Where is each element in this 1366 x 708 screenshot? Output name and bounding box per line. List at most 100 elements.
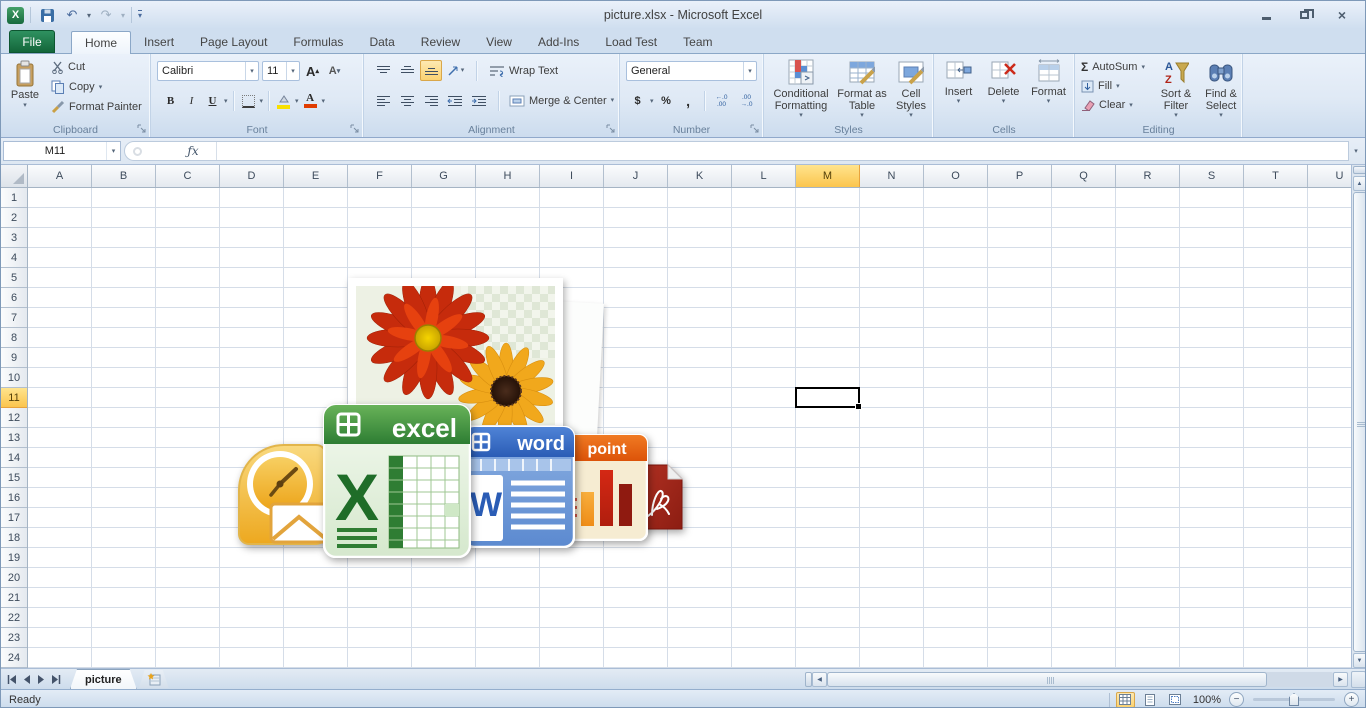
column-header-T[interactable]: T (1244, 165, 1308, 187)
copy-button[interactable]: Copy ▾ (49, 78, 144, 96)
column-header-A[interactable]: A (28, 165, 92, 187)
column-header-L[interactable]: L (732, 165, 796, 187)
currency-caret-icon[interactable]: ▾ (650, 98, 654, 105)
insert-function-button[interactable]: ƒx (170, 144, 216, 158)
restore-button[interactable] (1291, 6, 1317, 23)
row-header-2[interactable]: 2 (1, 208, 27, 228)
row-header-13[interactable]: 13 (1, 428, 27, 448)
scroll-down-button[interactable]: ▼ (1352, 653, 1365, 668)
normal-view-button[interactable] (1115, 691, 1135, 707)
minimize-button[interactable] (1253, 6, 1279, 23)
align-top-button[interactable] (372, 60, 394, 81)
paste-button[interactable]: Paste ▾ (5, 57, 45, 125)
column-header-P[interactable]: P (988, 165, 1052, 187)
column-header-H[interactable]: H (476, 165, 540, 187)
tab-add-ins[interactable]: Add-Ins (525, 30, 592, 53)
decrease-indent-button[interactable] (444, 90, 466, 111)
formula-input[interactable] (217, 142, 1348, 160)
borders-button[interactable] (239, 91, 258, 111)
row-header-23[interactable]: 23 (1, 628, 27, 648)
close-button[interactable]: × (1329, 6, 1355, 23)
select-all-corner[interactable] (1, 165, 28, 188)
italic-button[interactable]: I (182, 91, 201, 111)
row-header-16[interactable]: 16 (1, 488, 27, 508)
align-bottom-button[interactable] (420, 60, 442, 81)
tab-review[interactable]: Review (408, 30, 473, 53)
page-layout-view-button[interactable] (1141, 692, 1160, 708)
font-family-combobox[interactable]: Calibri ▾ (157, 61, 259, 81)
insert-cells-button[interactable]: Insert ▾ (936, 54, 981, 132)
borders-caret-icon[interactable]: ▾ (260, 98, 264, 105)
column-header-I[interactable]: I (540, 165, 604, 187)
increase-indent-button[interactable] (468, 90, 490, 111)
row-header-19[interactable]: 19 (1, 548, 27, 568)
column-header-J[interactable]: J (604, 165, 668, 187)
row-header-18[interactable]: 18 (1, 528, 27, 548)
fill-button[interactable]: Fill ▾ (1079, 77, 1147, 95)
format-as-table-button[interactable]: Format as Table ▾ (836, 54, 888, 132)
percent-button[interactable]: % (657, 91, 676, 111)
conditional-formatting-button[interactable]: Conditional Formatting ▾ (766, 54, 836, 132)
column-header-E[interactable]: E (284, 165, 348, 187)
column-header-Q[interactable]: Q (1052, 165, 1116, 187)
column-header-K[interactable]: K (668, 165, 732, 187)
save-button[interactable] (37, 6, 57, 24)
comma-button[interactable]: , (679, 91, 698, 111)
column-header-M[interactable]: M (796, 165, 860, 187)
sheet-tab-picture[interactable]: picture (70, 669, 137, 689)
format-painter-button[interactable]: Format Painter (49, 98, 144, 116)
underline-button[interactable]: U (203, 91, 222, 111)
font-family-caret-icon[interactable]: ▾ (245, 62, 258, 80)
scroll-left-button[interactable]: ◀ (812, 671, 827, 687)
merge-center-button[interactable]: Merge & Center ▾ (507, 92, 616, 110)
clear-button[interactable]: Clear ▾ (1079, 96, 1147, 114)
horizontal-scroll-track[interactable] (827, 671, 1333, 687)
horizontal-split-handle[interactable] (805, 671, 812, 687)
number-format-combobox[interactable]: General ▾ (626, 61, 757, 81)
underline-caret-icon[interactable]: ▾ (224, 98, 228, 105)
column-header-B[interactable]: B (92, 165, 156, 187)
tab-view[interactable]: View (473, 30, 525, 53)
next-sheet-button[interactable] (34, 672, 48, 687)
name-box[interactable]: M11 ▾ (3, 141, 121, 161)
tab-load-test[interactable]: Load Test (592, 30, 670, 53)
row-header-10[interactable]: 10 (1, 368, 27, 388)
shrink-font-button[interactable]: A ▾ (325, 61, 344, 81)
format-cells-button[interactable]: Format ▾ (1026, 54, 1071, 132)
column-header-G[interactable]: G (412, 165, 476, 187)
currency-button[interactable]: $ (628, 91, 647, 111)
row-header-12[interactable]: 12 (1, 408, 27, 428)
cell-styles-button[interactable]: Cell Styles ▾ (888, 54, 934, 132)
scroll-up-button[interactable]: ▲ (1352, 176, 1365, 191)
font-color-caret-icon[interactable]: ▾ (322, 98, 326, 105)
vertical-split-handle[interactable] (1352, 166, 1365, 174)
bold-button[interactable]: B (161, 91, 180, 111)
tab-data[interactable]: Data (356, 30, 407, 53)
align-center-button[interactable] (396, 90, 418, 111)
zoom-in-button[interactable]: + (1344, 692, 1359, 707)
previous-sheet-button[interactable] (19, 672, 33, 687)
row-header-3[interactable]: 3 (1, 228, 27, 248)
number-format-caret-icon[interactable]: ▾ (743, 62, 756, 80)
tab-team[interactable]: Team (670, 30, 725, 53)
tab-file[interactable]: File (9, 30, 55, 53)
row-header-14[interactable]: 14 (1, 448, 27, 468)
fill-color-caret-icon[interactable]: ▾ (295, 98, 299, 105)
column-header-C[interactable]: C (156, 165, 220, 187)
row-header-7[interactable]: 7 (1, 308, 27, 328)
delete-cells-button[interactable]: Delete ▾ (981, 54, 1026, 132)
row-header-17[interactable]: 17 (1, 508, 27, 528)
find-select-button[interactable]: Find & Select ▾ (1199, 54, 1243, 132)
sort-filter-button[interactable]: A Z Sort & Filter ▾ (1153, 54, 1199, 132)
column-header-S[interactable]: S (1180, 165, 1244, 187)
alignment-dialog-launcher[interactable] (606, 124, 616, 134)
row-header-5[interactable]: 5 (1, 268, 27, 288)
wrap-text-button[interactable]: Wrap Text (487, 62, 560, 80)
orientation-button[interactable]: ▾ (444, 60, 466, 81)
tab-home[interactable]: Home (71, 31, 132, 54)
undo-caret-icon[interactable]: ▾ (87, 11, 91, 20)
row-header-20[interactable]: 20 (1, 568, 27, 588)
grow-font-button[interactable]: A ▴ (303, 61, 322, 81)
cut-button[interactable]: Cut (49, 58, 144, 76)
last-sheet-button[interactable] (49, 672, 63, 687)
